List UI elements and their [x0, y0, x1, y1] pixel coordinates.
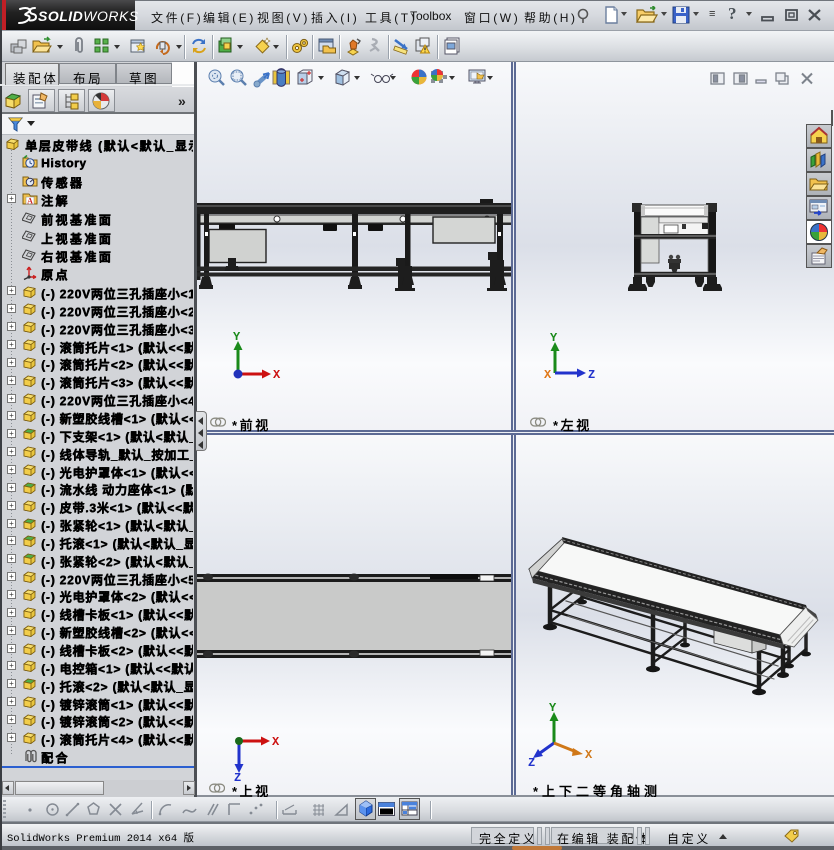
svg-text:Z: Z — [528, 756, 535, 766]
svg-text:Y: Y — [233, 330, 241, 344]
svg-text:Z: Z — [588, 368, 595, 382]
svg-text:X: X — [544, 368, 552, 382]
svg-text:Y: Y — [550, 331, 558, 345]
svg-text:A: A — [27, 197, 33, 206]
svg-text:X: X — [273, 368, 281, 382]
svg-text:X: X — [585, 748, 593, 762]
svg-text:Y: Y — [549, 701, 557, 715]
svg-text:X: X — [272, 735, 280, 749]
